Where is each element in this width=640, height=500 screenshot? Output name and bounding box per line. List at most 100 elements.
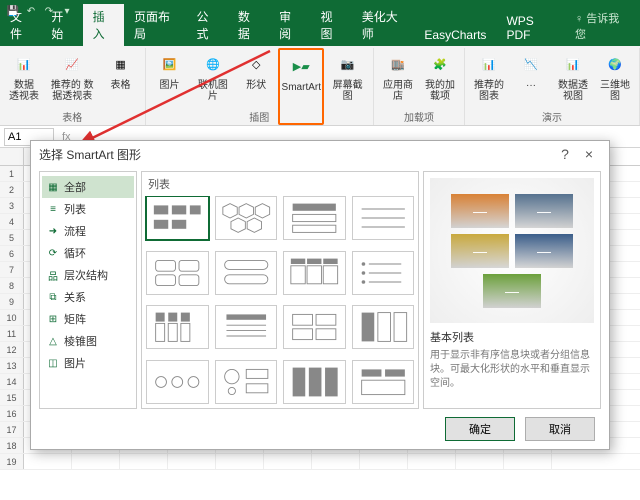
tab-pagelayout[interactable]: 页面布局 — [124, 4, 187, 46]
layout-thumb[interactable] — [283, 360, 346, 404]
cycle-icon: ⟳ — [46, 246, 60, 260]
all-icon: ▦ — [46, 180, 60, 194]
row-header[interactable]: 17 — [0, 422, 24, 437]
column-header[interactable] — [0, 148, 24, 165]
cell[interactable] — [456, 454, 504, 469]
help-button[interactable]: ? — [553, 146, 577, 162]
row-header[interactable]: 2 — [0, 182, 24, 197]
map3d-icon: 🌍 — [601, 50, 629, 78]
row-header[interactable]: 8 — [0, 278, 24, 293]
ribbon-tabs: 文件 开始 插入 页面布局 公式 数据 审阅 视图 美化大师 EasyChart… — [0, 22, 640, 46]
group-addins-label: 加载项 — [374, 109, 464, 124]
row-header[interactable]: 12 — [0, 342, 24, 357]
tab-insert[interactable]: 插入 — [83, 4, 124, 46]
row-header[interactable]: 4 — [0, 214, 24, 229]
layout-thumb[interactable] — [146, 251, 209, 295]
cancel-button[interactable]: 取消 — [525, 417, 595, 441]
row-header[interactable]: 11 — [0, 326, 24, 341]
row-header[interactable]: 18 — [0, 438, 24, 453]
picture-icon: ◫ — [46, 356, 60, 370]
layout-thumb[interactable] — [215, 251, 278, 295]
close-button[interactable]: × — [577, 146, 601, 162]
preview-canvas: ————— — [430, 178, 594, 323]
dialog-titlebar[interactable]: 选择 SmartArt 图形 ? × — [31, 141, 609, 167]
layout-thumb[interactable] — [283, 196, 346, 240]
layout-thumb[interactable] — [146, 305, 209, 349]
layout-thumb[interactable] — [146, 196, 209, 240]
shapes-icon: ◇ — [242, 50, 270, 78]
layout-thumb[interactable] — [352, 251, 415, 295]
layout-thumb[interactable] — [146, 360, 209, 404]
table-row[interactable]: 19 — [0, 454, 640, 470]
preview-tile: — — [483, 274, 541, 308]
cell[interactable] — [408, 454, 456, 469]
layout-thumb[interactable] — [352, 305, 415, 349]
relationship-icon: ⧉ — [46, 290, 60, 304]
row-header[interactable]: 3 — [0, 198, 24, 213]
cell[interactable] — [72, 454, 120, 469]
layout-thumb[interactable] — [352, 196, 415, 240]
tab-easycharts[interactable]: EasyCharts — [414, 24, 496, 46]
row-header[interactable]: 1 — [0, 166, 24, 181]
row-header[interactable]: 7 — [0, 262, 24, 277]
row-header[interactable]: 5 — [0, 230, 24, 245]
recommended-pivot-icon: 📈 — [58, 50, 86, 78]
row-header[interactable]: 10 — [0, 310, 24, 325]
preview-name: 基本列表 — [430, 329, 594, 345]
smartart-dialog: 选择 SmartArt 图形 ? × ▦全部 ≡列表 ➜流程 ⟳循环 品层次结构… — [30, 140, 610, 450]
cell[interactable] — [216, 454, 264, 469]
tab-file[interactable]: 文件 — [0, 4, 41, 46]
cell[interactable] — [168, 454, 216, 469]
tab-review[interactable]: 审阅 — [269, 4, 310, 46]
category-item-pyramid[interactable]: △棱锥图 — [42, 330, 134, 352]
chart-gallery-icon: 📉 — [517, 50, 545, 78]
preview-tile: — — [451, 234, 509, 268]
preview-tile: — — [515, 194, 573, 228]
row-header[interactable]: 9 — [0, 294, 24, 309]
category-item-cycle[interactable]: ⟳循环 — [42, 242, 134, 264]
online-pictures-icon: 🌐 — [199, 50, 227, 78]
layout-thumb[interactable] — [283, 251, 346, 295]
ok-button[interactable]: 确定 — [445, 417, 515, 441]
category-item-picture[interactable]: ◫图片 — [42, 352, 134, 374]
layout-thumb[interactable] — [283, 305, 346, 349]
screenshot-icon: 📷 — [334, 50, 362, 78]
tab-home[interactable]: 开始 — [41, 4, 82, 46]
layout-title: 列表 — [142, 172, 418, 196]
process-icon: ➜ — [46, 224, 60, 238]
row-header[interactable]: 13 — [0, 358, 24, 373]
row-header[interactable]: 6 — [0, 246, 24, 261]
cell[interactable] — [504, 454, 552, 469]
layout-thumb[interactable] — [215, 196, 278, 240]
category-item-process[interactable]: ➜流程 — [42, 220, 134, 242]
cell[interactable] — [360, 454, 408, 469]
category-item-all[interactable]: ▦全部 — [42, 176, 134, 198]
tab-beautify[interactable]: 美化大师 — [352, 4, 415, 46]
row-header[interactable]: 15 — [0, 390, 24, 405]
row-header[interactable]: 19 — [0, 454, 24, 469]
store-icon: 🏬 — [384, 50, 412, 78]
layout-thumb[interactable] — [215, 305, 278, 349]
tab-wps[interactable]: WPS PDF — [496, 10, 565, 46]
cell[interactable] — [120, 454, 168, 469]
cell[interactable] — [24, 454, 72, 469]
tell-me[interactable]: ♀ 告诉我您 — [565, 6, 634, 46]
category-item-hierarchy[interactable]: 品层次结构 — [42, 264, 134, 286]
ribbon: 📊数据 透视表 📈推荐的 数据透视表 ▦表格 表格 🖼️图片 🌐联机图片 ◇形状… — [0, 46, 640, 126]
row-header[interactable]: 14 — [0, 374, 24, 389]
row-header[interactable]: 16 — [0, 406, 24, 421]
category-item-relationship[interactable]: ⧉关系 — [42, 286, 134, 308]
group-demo-label: 演示 — [465, 109, 639, 124]
dialog-footer: 确定 取消 — [31, 409, 609, 449]
layout-thumb[interactable] — [215, 360, 278, 404]
cell[interactable] — [264, 454, 312, 469]
tab-data[interactable]: 数据 — [228, 4, 269, 46]
category-item-matrix[interactable]: ⊞矩阵 — [42, 308, 134, 330]
tab-view[interactable]: 视图 — [310, 4, 351, 46]
group-illustrations-label: 插图 — [146, 109, 373, 124]
preview-tile: — — [515, 234, 573, 268]
category-item-list[interactable]: ≡列表 — [42, 198, 134, 220]
layout-thumb[interactable] — [352, 360, 415, 404]
cell[interactable] — [312, 454, 360, 469]
tab-formulas[interactable]: 公式 — [187, 4, 228, 46]
